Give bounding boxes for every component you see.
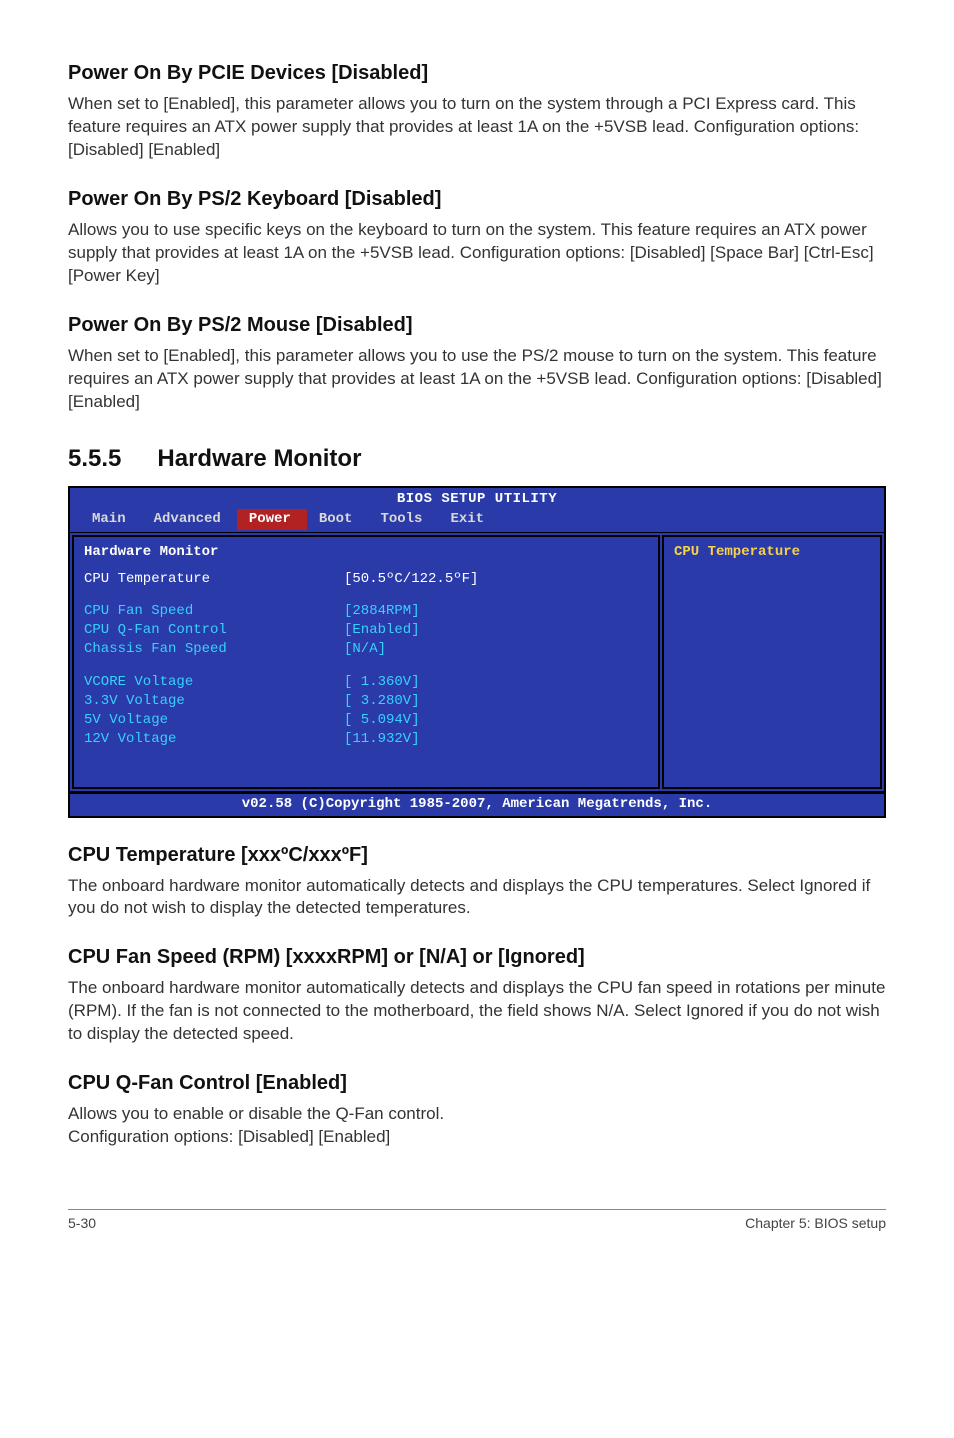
heading-ps2kbd: Power On By PS/2 Keyboard [Disabled]	[68, 186, 886, 213]
bios-tab-main[interactable]: Main	[80, 509, 142, 530]
heading-cpu-temp: CPU Temperature [xxxºC/xxxºF]	[68, 842, 886, 869]
bios-box: BIOS SETUP UTILITY Main Advanced Power B…	[68, 486, 886, 818]
bios-config-row[interactable]: 12V Voltage[11.932V]	[84, 730, 648, 749]
bios-tab-tools[interactable]: Tools	[368, 509, 438, 530]
heading-cpu-fan: CPU Fan Speed (RPM) [xxxxRPM] or [N/A] o…	[68, 944, 886, 971]
chapter-label: Chapter 5: BIOS setup	[745, 1214, 886, 1233]
bios-row-value: [50.5ºC/122.5ºF]	[344, 570, 478, 589]
bios-config-row[interactable]: CPU Temperature[50.5ºC/122.5ºF]	[84, 570, 648, 589]
bios-tab-advanced[interactable]: Advanced	[142, 509, 237, 530]
bios-config-row[interactable]: 5V Voltage[ 5.094V]	[84, 711, 648, 730]
bios-help-text: CPU Temperature	[674, 543, 870, 562]
bios-help-panel: CPU Temperature	[662, 535, 882, 789]
bios-row-value: [ 5.094V]	[344, 711, 420, 730]
section-ps2kbd: Power On By PS/2 Keyboard [Disabled] All…	[68, 186, 886, 288]
heading-pcie: Power On By PCIE Devices [Disabled]	[68, 60, 886, 87]
heading-ps2mouse: Power On By PS/2 Mouse [Disabled]	[68, 312, 886, 339]
body-cpu-temp: The onboard hardware monitor automatical…	[68, 875, 886, 921]
bios-row-value: [11.932V]	[344, 730, 420, 749]
bios-body: Hardware Monitor CPU Temperature[50.5ºC/…	[70, 532, 884, 792]
bios-row-label: Chassis Fan Speed	[84, 640, 344, 659]
bios-row-value: [2884RPM]	[344, 602, 420, 621]
bios-row-value: [ 1.360V]	[344, 673, 420, 692]
heading-qfan: CPU Q-Fan Control [Enabled]	[68, 1070, 886, 1097]
bios-row-label: CPU Q-Fan Control	[84, 621, 344, 640]
body-ps2mouse: When set to [Enabled], this parameter al…	[68, 345, 886, 414]
bios-row-label: 3.3V Voltage	[84, 692, 344, 711]
section-cpu-temp: CPU Temperature [xxxºC/xxxºF] The onboar…	[68, 842, 886, 921]
bios-row-label: CPU Fan Speed	[84, 602, 344, 621]
bios-title: BIOS SETUP UTILITY	[70, 488, 884, 509]
section-pcie: Power On By PCIE Devices [Disabled] When…	[68, 60, 886, 162]
hw-num: 5.5.5	[68, 443, 121, 475]
section-qfan: CPU Q-Fan Control [Enabled] Allows you t…	[68, 1070, 886, 1149]
bios-spacer	[84, 659, 648, 673]
body-ps2kbd: Allows you to use specific keys on the k…	[68, 219, 886, 288]
bios-row-label: 5V Voltage	[84, 711, 344, 730]
bios-tab-boot[interactable]: Boot	[307, 509, 369, 530]
page-footer: 5-30 Chapter 5: BIOS setup	[68, 1209, 886, 1233]
bios-row-value: [N/A]	[344, 640, 386, 659]
body-qfan: Allows you to enable or disable the Q-Fa…	[68, 1103, 886, 1149]
section-cpu-fan: CPU Fan Speed (RPM) [xxxxRPM] or [N/A] o…	[68, 944, 886, 1046]
bios-row-label: 12V Voltage	[84, 730, 344, 749]
hw-name: Hardware Monitor	[157, 445, 361, 472]
bios-screenshot: BIOS SETUP UTILITY Main Advanced Power B…	[68, 486, 886, 818]
bios-footer: v02.58 (C)Copyright 1985-2007, American …	[70, 792, 884, 816]
hardware-monitor-title: 5.5.5 Hardware Monitor	[68, 443, 886, 475]
bios-row-label: CPU Temperature	[84, 570, 344, 589]
bios-config-row[interactable]: Chassis Fan Speed[N/A]	[84, 640, 648, 659]
bios-spacer	[84, 588, 648, 602]
bios-left-panel: Hardware Monitor CPU Temperature[50.5ºC/…	[72, 535, 660, 789]
bios-row-label: VCORE Voltage	[84, 673, 344, 692]
bios-config-row[interactable]: 3.3V Voltage[ 3.280V]	[84, 692, 648, 711]
page-number: 5-30	[68, 1214, 96, 1233]
bios-tab-exit[interactable]: Exit	[438, 509, 500, 530]
body-pcie: When set to [Enabled], this parameter al…	[68, 93, 886, 162]
bios-config-row[interactable]: CPU Fan Speed[2884RPM]	[84, 602, 648, 621]
bios-config-row[interactable]: VCORE Voltage[ 1.360V]	[84, 673, 648, 692]
bios-config-row[interactable]: CPU Q-Fan Control[Enabled]	[84, 621, 648, 640]
bios-panel-title: Hardware Monitor	[84, 543, 648, 562]
bios-tab-power[interactable]: Power	[237, 509, 307, 530]
bios-tabs: Main Advanced Power Boot Tools Exit	[70, 509, 884, 532]
bios-rows: CPU Temperature[50.5ºC/122.5ºF]CPU Fan S…	[84, 570, 648, 749]
bios-row-value: [ 3.280V]	[344, 692, 420, 711]
body-cpu-fan: The onboard hardware monitor automatical…	[68, 977, 886, 1046]
section-ps2mouse: Power On By PS/2 Mouse [Disabled] When s…	[68, 312, 886, 414]
bios-row-value: [Enabled]	[344, 621, 420, 640]
